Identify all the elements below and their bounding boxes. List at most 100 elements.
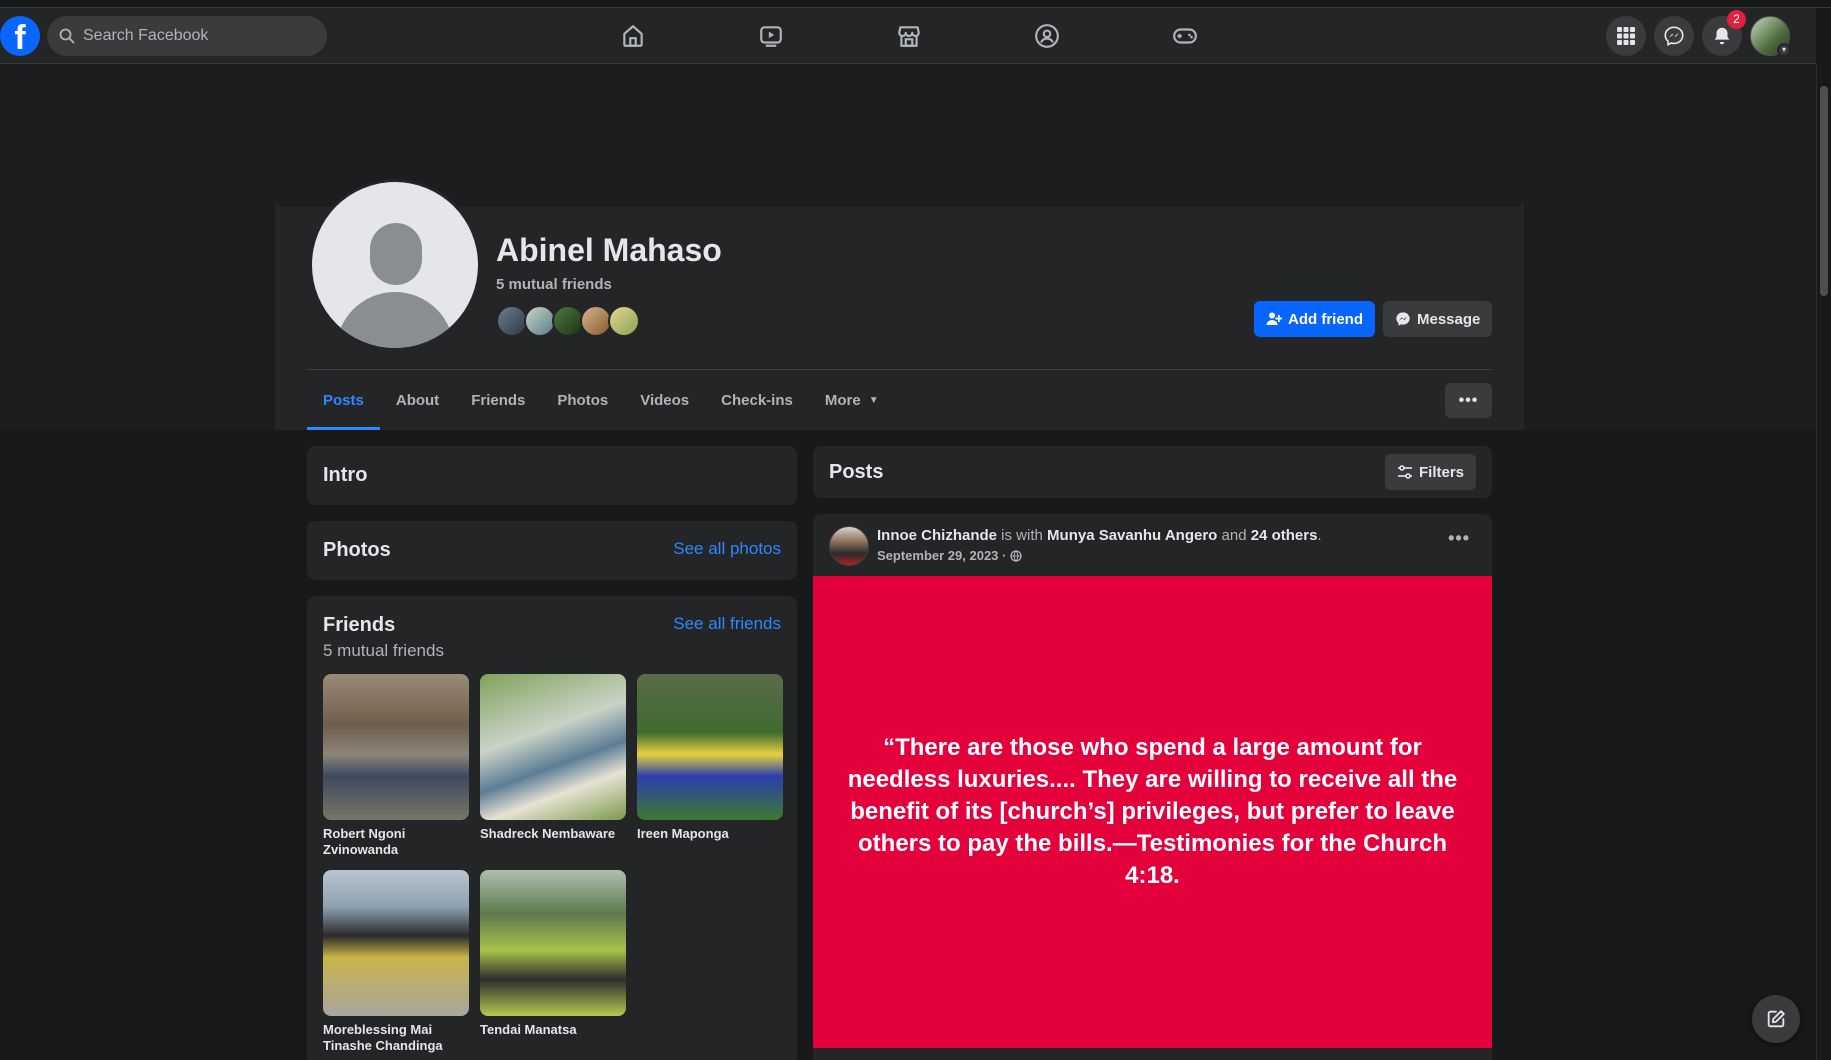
scrollbar-thumb[interactable]: [1820, 86, 1828, 296]
nav-home[interactable]: [564, 8, 702, 64]
photos-title[interactable]: Photos: [323, 539, 391, 562]
mutual-friend-avatar[interactable]: [608, 305, 640, 337]
see-all-friends-link[interactable]: See all friends: [673, 614, 781, 637]
compose-icon: [1767, 1010, 1785, 1028]
search-icon: [59, 28, 75, 44]
friend-tile[interactable]: Shadreck Nembaware: [480, 674, 626, 842]
nav-gaming[interactable]: [1116, 8, 1254, 64]
tab-photos[interactable]: Photos: [541, 370, 624, 430]
posts-header-card: Posts Filters: [813, 446, 1492, 498]
tab-label: About: [395, 391, 440, 409]
message-button[interactable]: Message: [1383, 301, 1493, 337]
cover-photo[interactable]: [275, 64, 1524, 207]
profile-tabs: Posts About Friends Photos Videos Check-…: [307, 370, 895, 430]
tab-friends[interactable]: Friends: [455, 370, 541, 430]
post-author-name[interactable]: Innoe Chizhande: [877, 527, 997, 544]
notification-badge: 2: [1727, 10, 1746, 29]
see-all-photos-link[interactable]: See all photos: [673, 539, 781, 562]
messenger-button[interactable]: [1654, 16, 1694, 56]
friend-tile[interactable]: Moreblessing Mai Tinashe Chandinga: [323, 870, 469, 1054]
new-message-button[interactable]: [1752, 995, 1800, 1043]
more-dots-icon: •••: [1458, 391, 1479, 409]
tab-check-ins[interactable]: Check-ins: [705, 370, 809, 430]
nav-groups[interactable]: [978, 8, 1116, 64]
profile-picture[interactable]: [309, 179, 481, 351]
message-label: Message: [1417, 310, 1481, 328]
main-nav: [564, 8, 1254, 64]
page-margin-left: [0, 64, 275, 430]
search-input[interactable]: [83, 27, 303, 45]
post-and-text: and: [1221, 527, 1247, 544]
post-others-link[interactable]: 24 others: [1251, 527, 1318, 544]
posts-title: Posts: [829, 460, 884, 483]
friend-tile[interactable]: Ireen Maponga: [637, 674, 783, 842]
post-timestamp: September 29, 2023 ·: [877, 548, 1023, 563]
home-icon: [623, 25, 643, 47]
add-friend-label: Add friend: [1288, 310, 1363, 328]
globe-icon: [1010, 549, 1023, 562]
friend-photo[interactable]: [637, 674, 783, 820]
groups-icon: [1035, 24, 1059, 48]
friend-name[interactable]: Shadreck Nembaware: [480, 826, 626, 842]
profile-name: Abinel Mahaso: [496, 232, 722, 268]
add-user-icon: [1266, 312, 1282, 325]
tab-label: Friends: [471, 391, 526, 409]
friends-title[interactable]: Friends: [323, 614, 395, 637]
friend-name[interactable]: Ireen Maponga: [637, 826, 783, 842]
mutual-friends-count[interactable]: 5 mutual friends: [496, 276, 612, 293]
post-card: Innoe Chizhande is with Munya Savanhu An…: [813, 514, 1492, 1060]
profile-options-button[interactable]: •••: [1445, 383, 1492, 418]
intro-card: Intro: [307, 446, 797, 505]
friend-name[interactable]: Moreblessing Mai Tinashe Chandinga: [323, 1022, 469, 1054]
friend-name[interactable]: Tendai Manatsa: [480, 1022, 626, 1038]
tab-about[interactable]: About: [380, 370, 455, 430]
friend-name[interactable]: Robert Ngoni Zvinowanda: [323, 826, 469, 858]
friends-subtitle: 5 mutual friends: [323, 641, 444, 660]
tab-label: Photos: [557, 391, 609, 409]
tab-more[interactable]: More ▼: [809, 370, 895, 430]
photos-card: Photos See all photos: [307, 521, 797, 580]
grid-menu-icon: [1617, 27, 1635, 45]
friend-tile[interactable]: Robert Ngoni Zvinowanda: [323, 674, 469, 858]
post-date-text[interactable]: September 29, 2023 ·: [877, 548, 1006, 563]
post-author-avatar[interactable]: [829, 526, 869, 566]
tab-videos[interactable]: Videos: [624, 370, 705, 430]
nav-marketplace[interactable]: [840, 8, 978, 64]
marketplace-icon: [898, 26, 920, 47]
add-friend-button[interactable]: Add friend: [1254, 301, 1375, 337]
filters-button[interactable]: Filters: [1384, 454, 1476, 490]
friend-tile[interactable]: Tendai Manatsa: [480, 870, 626, 1038]
search-box[interactable]: [47, 16, 327, 56]
chevron-down-icon: ▾: [1777, 43, 1791, 57]
account-avatar[interactable]: ▾: [1750, 16, 1791, 57]
post-text-background[interactable]: “There are those who spend a large amoun…: [813, 576, 1492, 1048]
sliders-icon: [1397, 465, 1412, 479]
facebook-logo-icon[interactable]: f: [0, 16, 40, 56]
tab-label: Videos: [640, 391, 690, 409]
filters-label: Filters: [1418, 463, 1464, 481]
watch-icon: [760, 26, 782, 47]
bell-icon: [1714, 27, 1730, 45]
friend-photo[interactable]: [323, 870, 469, 1016]
page-scrollbar[interactable]: [1816, 64, 1831, 1060]
friends-card: Friends See all friends 5 mutual friends…: [307, 596, 797, 1060]
friend-photo[interactable]: [480, 674, 626, 820]
gaming-icon: [1173, 28, 1197, 44]
tab-label: Posts: [323, 391, 364, 409]
post-with-text: is with: [1001, 527, 1043, 544]
post-options-icon[interactable]: •••: [1448, 528, 1470, 549]
nav-watch[interactable]: [702, 8, 840, 64]
notifications-button[interactable]: 2: [1702, 10, 1746, 56]
page-margin-right: [1524, 64, 1816, 430]
tab-label: More: [824, 391, 861, 409]
default-avatar-icon: [312, 182, 478, 348]
caret-down-icon: ▼: [868, 394, 879, 406]
post-tagged-name[interactable]: Munya Savanhu Angero: [1047, 527, 1217, 544]
top-navigation-bar: f 2 ▾: [0, 8, 1816, 64]
header-actions: 2 ▾: [1606, 10, 1791, 57]
friend-photo[interactable]: [323, 674, 469, 820]
menu-button[interactable]: [1606, 16, 1646, 56]
friend-photo[interactable]: [480, 870, 626, 1016]
messenger-icon: [1396, 312, 1410, 326]
tab-posts[interactable]: Posts: [307, 370, 380, 430]
